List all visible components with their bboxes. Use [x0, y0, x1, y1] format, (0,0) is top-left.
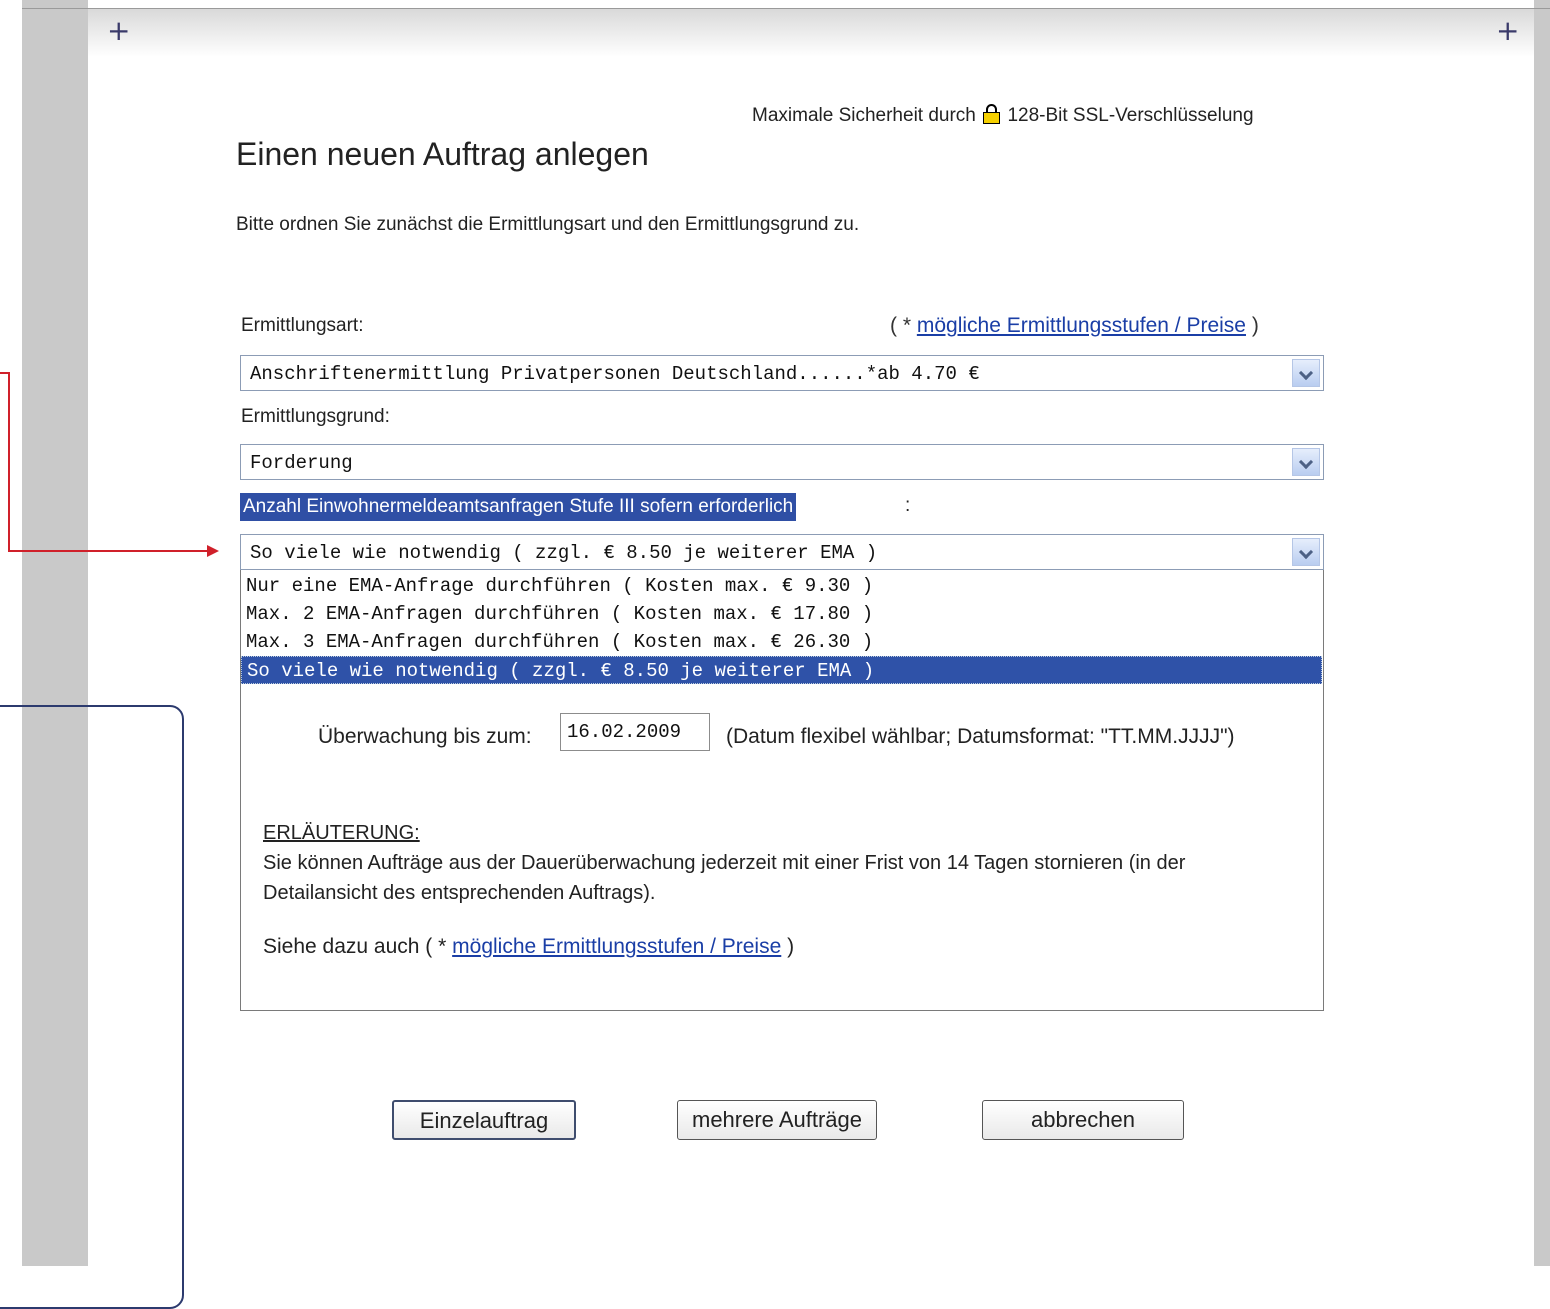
ema-option[interactable]: Nur eine EMA-Anfrage durchführen ( Koste…	[241, 572, 1322, 600]
ema-select[interactable]: So viele wie notwendig ( zzgl. € 8.50 je…	[240, 534, 1324, 570]
chevron-down-icon[interactable]	[1292, 448, 1320, 476]
annotation-arrow-line	[8, 372, 10, 552]
top-gradient	[88, 9, 1534, 57]
ssl-suffix: 128-Bit SSL-Verschlüsselung	[1007, 105, 1254, 126]
explanation-text: Sie können Aufträge aus der Dauerüberwac…	[263, 852, 1186, 904]
date-format-hint: (Datum flexibel wählbar; Datumsformat: "…	[726, 725, 1235, 748]
see-also: Siehe dazu auch ( * mögliche Ermittlungs…	[263, 935, 794, 959]
right-margin-strip	[1534, 0, 1550, 1266]
watch-label: Überwachung bis zum:	[318, 725, 532, 748]
ema-options-list[interactable]: Nur eine EMA-Anfrage durchführen ( Koste…	[241, 572, 1322, 684]
ema-option-selected[interactable]: So viele wie notwendig ( zzgl. € 8.50 je…	[241, 656, 1322, 684]
ssl-prefix: Maximale Sicherheit durch	[752, 105, 976, 126]
prices-link[interactable]: mögliche Ermittlungsstufen / Preise	[917, 314, 1246, 337]
prices-suffix: )	[1251, 314, 1259, 337]
watch-date-input[interactable]	[560, 713, 710, 751]
see-also-suffix: )	[787, 935, 795, 958]
explanation-title: ERLÄUTERUNG:	[263, 822, 420, 844]
annotation-box	[0, 705, 184, 1309]
intro-text: Bitte ordnen Sie zunächst die Ermittlung…	[236, 214, 860, 235]
ema-label-colon: :	[905, 495, 911, 516]
lock-icon	[983, 104, 1001, 124]
multiple-orders-button[interactable]: mehrere Aufträge	[677, 1100, 877, 1140]
ema-label: Anzahl Einwohnermeldeamtsanfragen Stufe …	[240, 493, 797, 521]
arrow-head-icon	[207, 545, 219, 557]
ermittlungsgrund-value: Forderung	[250, 452, 353, 474]
see-also-prefix: Siehe dazu auch ( *	[263, 935, 447, 958]
ermittlungsgrund-label: Ermittlungsgrund:	[241, 406, 390, 427]
chevron-down-icon[interactable]	[1292, 538, 1320, 566]
ermittlungsart-label: Ermittlungsart:	[241, 315, 364, 336]
ermittlungsart-select[interactable]: Anschriftenermittlung Privatpersonen Deu…	[240, 355, 1324, 391]
ermittlungsart-value: Anschriftenermittlung Privatpersonen Deu…	[250, 363, 980, 385]
ema-option[interactable]: Max. 3 EMA-Anfragen durchführen ( Kosten…	[241, 628, 1322, 656]
crosshair-icon: +	[1496, 14, 1520, 47]
crosshair-icon: +	[107, 14, 131, 47]
ermittlungsgrund-select[interactable]: Forderung	[240, 444, 1324, 480]
single-order-button[interactable]: Einzelauftrag	[392, 1100, 576, 1140]
prices-link-wrapper: ( * mögliche Ermittlungsstufen / Preise …	[890, 314, 1259, 338]
chevron-down-icon[interactable]	[1292, 359, 1320, 387]
ema-value: So viele wie notwendig ( zzgl. € 8.50 je…	[250, 542, 878, 564]
ema-option[interactable]: Max. 2 EMA-Anfragen durchführen ( Kosten…	[241, 600, 1322, 628]
ssl-notice: Maximale Sicherheit durch 128-Bit SSL-Ve…	[752, 104, 1254, 127]
see-also-prices-link[interactable]: mögliche Ermittlungsstufen / Preise	[452, 935, 781, 958]
prices-prefix: ( *	[890, 314, 911, 337]
annotation-arrow-line	[8, 550, 208, 552]
page-title: Einen neuen Auftrag anlegen	[236, 136, 649, 172]
cancel-button[interactable]: abbrechen	[982, 1100, 1184, 1140]
